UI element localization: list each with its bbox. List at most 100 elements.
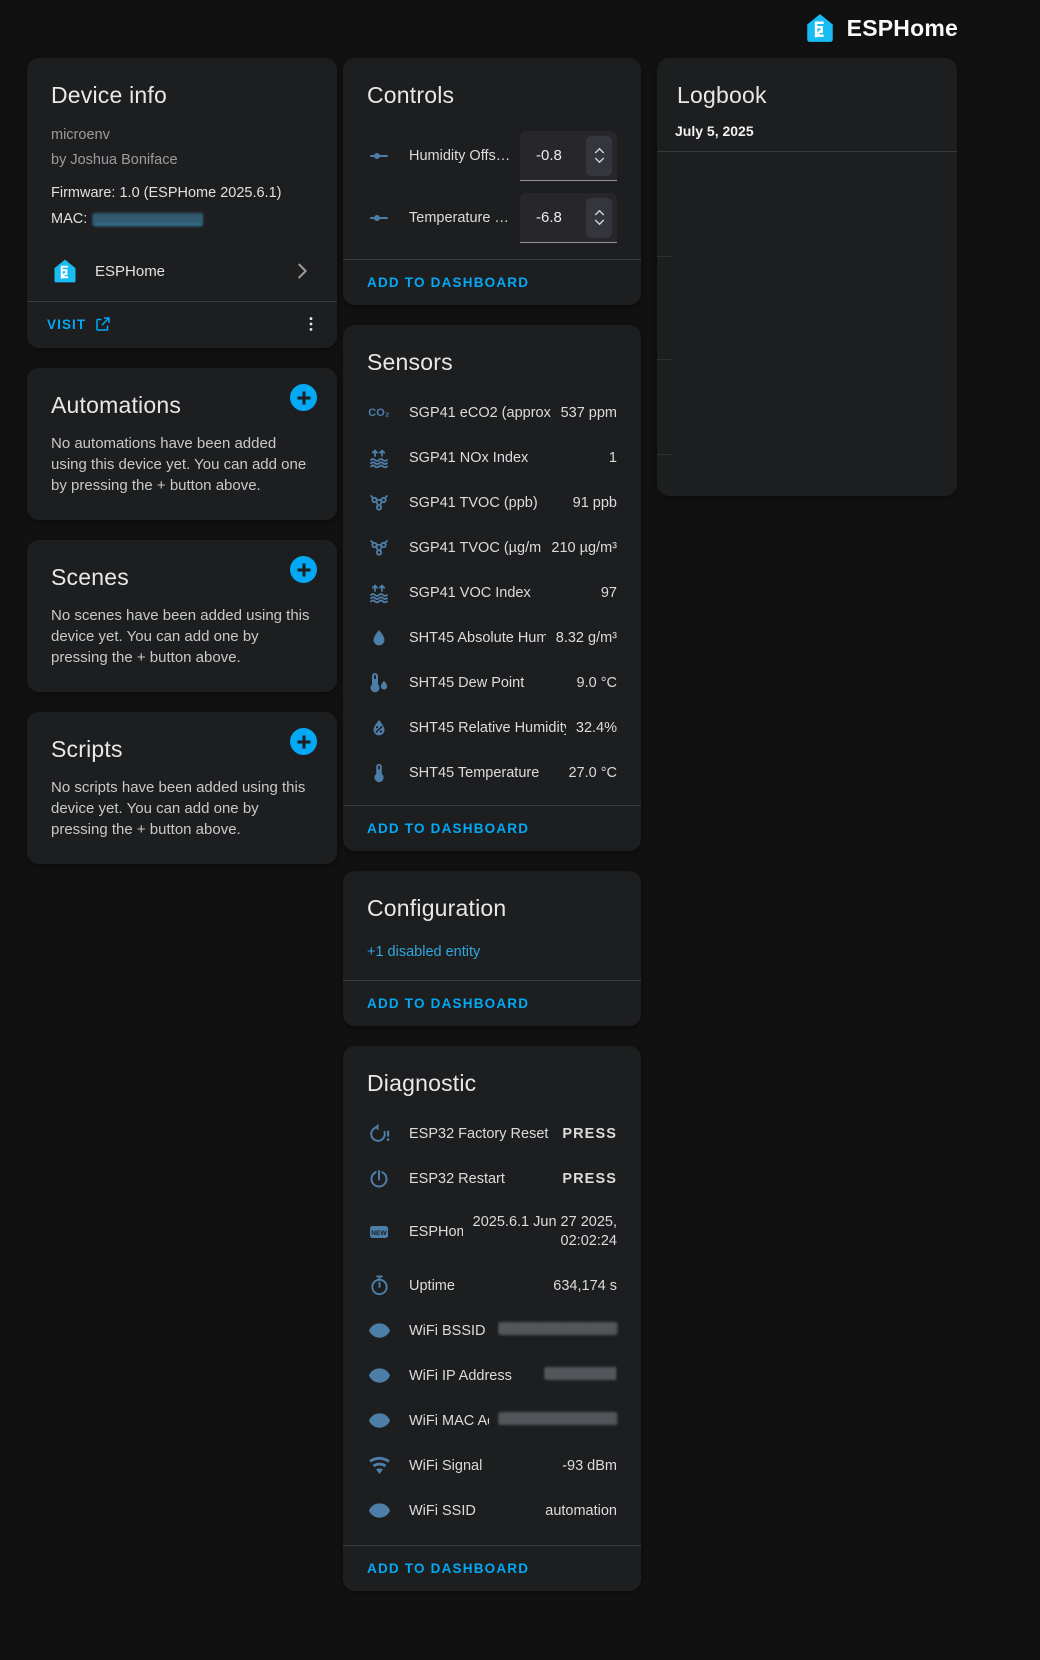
controls-card: Controls Humidity Offs… -0.8 Temperature…	[343, 58, 641, 305]
sensor-name: SGP41 NOx Index	[409, 450, 599, 466]
device-info-card: Device info microenv by Joshua Boniface …	[27, 58, 337, 348]
chevron-up-icon[interactable]	[594, 209, 605, 216]
sensor-name: SHT45 Dew Point	[409, 675, 567, 691]
redacted-value	[499, 1322, 617, 1335]
scripts-card: Scripts No scripts have been added using…	[27, 712, 337, 864]
sensor-row[interactable]: SGP41 VOC Index 97	[343, 570, 641, 615]
number-input-humidity-offset[interactable]: -0.8	[520, 131, 617, 181]
sensor-value: 97	[601, 585, 617, 601]
chevron-down-icon[interactable]	[594, 219, 605, 226]
mac-label: MAC:	[51, 211, 87, 227]
waves-arrow-up-icon	[367, 581, 391, 605]
disabled-entities-link[interactable]: +1 disabled entity	[343, 930, 641, 980]
visit-label: VISIT	[47, 317, 86, 332]
sensor-value: 9.0 °C	[577, 675, 617, 691]
diagnostic-row[interactable]: ESP32 Factory Reset PRESS	[343, 1111, 641, 1156]
diagnostic-name: Uptime	[409, 1278, 543, 1294]
version-date: 2025.6.1 Jun 27 2025,	[473, 1214, 617, 1230]
controls-title: Controls	[343, 58, 641, 125]
dots-vertical-menu-icon[interactable]	[301, 314, 321, 334]
eye-icon	[367, 1499, 391, 1523]
control-name[interactable]: Humidity Offs…	[409, 148, 520, 164]
stepper-control[interactable]	[586, 136, 612, 176]
sensor-row[interactable]: SHT45 Relative Humidity 32.4%	[343, 705, 641, 750]
stepper-control[interactable]	[586, 198, 612, 238]
diagnostic-row[interactable]: Uptime 634,174 s	[343, 1263, 641, 1308]
molecule-icon	[367, 536, 391, 560]
sensor-row[interactable]: CO₂ SGP41 eCO2 (approx ppm) 537 ppm	[343, 390, 641, 435]
control-name[interactable]: Temperature …	[409, 210, 520, 226]
sensor-value: 1	[609, 450, 617, 466]
sensor-name: SHT45 Relative Humidity	[409, 720, 566, 736]
slider-icon	[367, 206, 391, 230]
diagnostic-row[interactable]: ESP32 Restart PRESS	[343, 1156, 641, 1201]
sensor-row[interactable]: SHT45 Temperature 27.0 °C	[343, 750, 641, 795]
diagnostic-name: WiFi IP Address	[409, 1368, 535, 1384]
scripts-empty-text: No scripts have been added using this de…	[27, 771, 337, 864]
sensor-value: 32.4%	[576, 720, 617, 736]
chevron-down-icon[interactable]	[594, 157, 605, 164]
mac-value-redacted[interactable]	[93, 213, 203, 226]
redacted-value	[545, 1367, 617, 1380]
chevron-up-icon[interactable]	[594, 147, 605, 154]
number-input-temperature-offset[interactable]: -6.8	[520, 193, 617, 243]
sensor-name: SHT45 Temperature	[409, 765, 558, 781]
diagnostic-row[interactable]: WiFi Signal -93 dBm	[343, 1443, 641, 1488]
diagnostic-row[interactable]: NEW ESPHom… 2025.6.1 Jun 27 2025, 02:02:…	[343, 1201, 641, 1263]
scripts-title: Scripts	[27, 712, 290, 771]
diagnostic-row[interactable]: WiFi SSID automation	[343, 1488, 641, 1533]
sensor-row[interactable]: SGP41 NOx Index 1	[343, 435, 641, 480]
sensor-value: 27.0 °C	[568, 765, 617, 781]
diagnostic-name: WiFi MAC Addre…	[409, 1413, 489, 1429]
redacted-value	[499, 1412, 617, 1425]
diagnostic-row[interactable]: WiFi IP Address	[343, 1353, 641, 1398]
add-automation-button[interactable]	[290, 384, 317, 411]
water-percent-icon	[367, 716, 391, 740]
automations-card: Automations No automations have been add…	[27, 368, 337, 520]
controls-add-to-dashboard[interactable]: ADD TO DASHBOARD	[343, 260, 641, 305]
eye-icon	[367, 1364, 391, 1388]
device-firmware: Firmware: 1.0 (ESPHome 2025.6.1)	[27, 173, 337, 201]
app-header: ESPHome	[0, 0, 1040, 56]
integration-row-esphome[interactable]: ESPHome	[37, 249, 327, 293]
configuration-title: Configuration	[343, 871, 641, 930]
sensor-value: 210 µg/m³	[551, 540, 617, 556]
diagnostic-name: ESP32 Factory Reset	[409, 1126, 552, 1142]
add-scene-button[interactable]	[290, 556, 317, 583]
sensor-row[interactable]: SHT45 Absolute Humidity 8.32 g/m³	[343, 615, 641, 660]
sensor-row[interactable]: SGP41 TVOC (µg/m³) 210 µg/m³	[343, 525, 641, 570]
device-byline: by Joshua Boniface	[27, 148, 337, 173]
diagnostic-title: Diagnostic	[343, 1046, 641, 1111]
esphome-logo-icon	[803, 11, 837, 45]
molecule-icon	[367, 491, 391, 515]
press-button[interactable]: PRESS	[562, 1126, 617, 1142]
water-drop-icon	[367, 626, 391, 650]
app-title: ESPHome	[847, 15, 958, 42]
sensor-value: 91 ppb	[573, 495, 617, 511]
diagnostic-value: 634,174 s	[553, 1278, 617, 1294]
sensor-name: SGP41 VOC Index	[409, 585, 591, 601]
diagnostic-add-to-dashboard[interactable]: ADD TO DASHBOARD	[343, 1546, 641, 1591]
add-script-button[interactable]	[290, 728, 317, 755]
number-value[interactable]: -6.8	[536, 209, 586, 226]
device-info-footer: VISIT	[27, 302, 337, 348]
automations-empty-text: No automations have been added using thi…	[27, 427, 337, 520]
sensor-row[interactable]: SGP41 TVOC (ppb) 91 ppb	[343, 480, 641, 525]
diagnostic-row[interactable]: WiFi MAC Addre…	[343, 1398, 641, 1443]
chevron-right-icon	[291, 260, 313, 282]
visit-button[interactable]: VISIT	[47, 315, 112, 333]
diagnostic-name: WiFi SSID	[409, 1503, 535, 1519]
sensor-row[interactable]: SHT45 Dew Point 9.0 °C	[343, 660, 641, 705]
sensors-add-to-dashboard[interactable]: ADD TO DASHBOARD	[343, 806, 641, 851]
molecule-co2-icon: CO₂	[367, 401, 391, 425]
logbook-title: Logbook	[657, 58, 957, 109]
waves-arrow-up-icon	[367, 446, 391, 470]
configuration-add-to-dashboard[interactable]: ADD TO DASHBOARD	[343, 981, 641, 1026]
scenes-card: Scenes No scenes have been added using t…	[27, 540, 337, 692]
press-button[interactable]: PRESS	[562, 1171, 617, 1187]
timer-icon	[367, 1274, 391, 1298]
diagnostic-row[interactable]: WiFi BSSID	[343, 1308, 641, 1353]
logbook-body	[657, 152, 957, 496]
number-value[interactable]: -0.8	[536, 147, 586, 164]
sensor-name: SGP41 eCO2 (approx ppm)	[409, 405, 551, 421]
